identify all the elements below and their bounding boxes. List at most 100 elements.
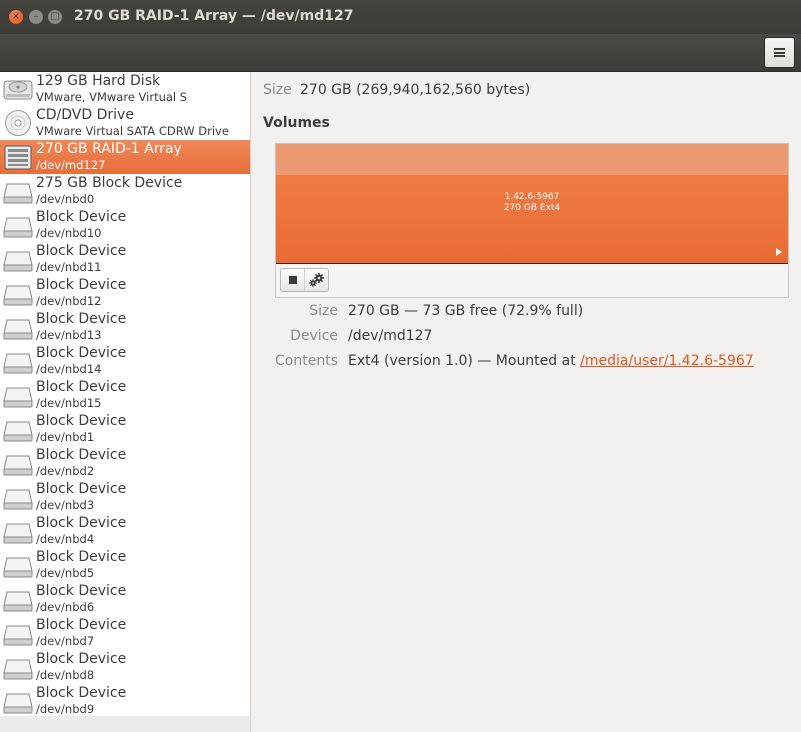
block-device-icon — [3, 483, 33, 511]
block-device-icon — [3, 279, 33, 307]
raid-array-icon — [3, 143, 33, 171]
device-name: Block Device — [36, 209, 127, 225]
device-list-item[interactable]: Block Device/dev/nbd8 — [0, 650, 250, 684]
device-subtitle: /dev/nbd12 — [36, 294, 102, 308]
volume-toolbar — [280, 268, 329, 292]
device-list-item[interactable]: Block Device/dev/nbd12 — [0, 276, 250, 310]
block-device-icon — [3, 517, 33, 545]
disk-size-label: Size — [263, 82, 292, 98]
window-title: 270 GB RAID-1 Array — /dev/md127 — [74, 8, 354, 24]
device-list-item[interactable]: Block Device/dev/nbd6 — [0, 582, 250, 616]
device-list-item[interactable]: Block Device/dev/nbd14 — [0, 344, 250, 378]
volumes-heading: Volumes — [263, 115, 330, 131]
volume-contents-value: Ext4 (version 1.0) — Mounted at /media/u… — [348, 353, 754, 369]
disks-window: × – □ 270 GB RAID-1 Array — /dev/md127 1… — [0, 0, 801, 732]
block-device-icon — [3, 687, 33, 715]
device-list-item[interactable]: 129 GB Hard Disk VMware, VMware Virtual S — [0, 72, 250, 106]
block-device-icon — [3, 619, 33, 647]
close-window-button[interactable]: × — [9, 10, 23, 24]
hard-disk-icon — [3, 75, 33, 103]
volume-device-value: /dev/md127 — [348, 328, 433, 344]
device-subtitle: VMware, VMware Virtual S — [36, 90, 188, 104]
device-subtitle: /dev/nbd14 — [36, 362, 102, 376]
block-device-icon — [3, 381, 33, 409]
title-bar: × – □ 270 GB RAID-1 Array — /dev/md127 — [0, 0, 801, 34]
device-list-item[interactable]: Block Device/dev/nbd1 — [0, 412, 250, 446]
device-name: Block Device — [36, 617, 127, 633]
close-icon: × — [11, 11, 21, 22]
volume-size-value: 270 GB — 73 GB free (72.9% full) — [348, 303, 584, 319]
block-device-icon — [3, 449, 33, 477]
device-list-item[interactable]: Block Device/dev/nbd13 — [0, 310, 250, 344]
device-name: Block Device — [36, 345, 127, 361]
device-subtitle: /dev/nbd1 — [36, 430, 95, 444]
block-device-icon — [3, 585, 33, 613]
block-device-icon — [3, 551, 33, 579]
device-list: 129 GB Hard Disk VMware, VMware Virtual S… — [0, 72, 251, 732]
device-name: Block Device — [36, 277, 127, 293]
minimize-icon: – — [33, 11, 39, 22]
device-subtitle: /dev/nbd0 — [36, 192, 95, 206]
device-name: Block Device — [36, 685, 127, 701]
unmount-button[interactable] — [281, 269, 304, 291]
device-list-item[interactable]: 275 GB Block Device/dev/nbd0 — [0, 174, 250, 208]
volume-map: 1.42.6-5967 270 GB Ext4 — [275, 143, 789, 298]
block-device-icon — [3, 245, 33, 273]
mount-point-link[interactable]: /media/user/1.42.6-5967 — [580, 353, 754, 369]
device-subtitle: /dev/nbd13 — [36, 328, 102, 342]
partition-size: 270 GB Ext4 — [503, 203, 561, 213]
device-subtitle: /dev/nbd2 — [36, 464, 95, 478]
gears-icon — [308, 273, 324, 287]
block-device-icon — [3, 313, 33, 341]
disk-size-value: 270 GB (269,940,162,560 bytes) — [300, 82, 531, 98]
block-device-icon — [3, 177, 33, 205]
partition-block[interactable]: 1.42.6-5967 270 GB Ext4 — [276, 175, 788, 264]
device-list-item[interactable]: CD/DVD Drive VMware Virtual SATA CDRW Dri… — [0, 106, 250, 140]
maximize-window-button[interactable]: □ — [48, 10, 62, 24]
volume-contents-label: Contents — [275, 353, 338, 369]
device-name: 129 GB Hard Disk — [36, 73, 161, 89]
device-list-item[interactable]: Block Device/dev/nbd7 — [0, 616, 250, 650]
device-name: Block Device — [36, 481, 127, 497]
device-name: Block Device — [36, 413, 127, 429]
device-subtitle: /dev/nbd5 — [36, 566, 95, 580]
block-device-icon — [3, 653, 33, 681]
minimize-window-button[interactable]: – — [29, 10, 43, 24]
partition-label: 1.42.6-5967 — [504, 192, 560, 202]
device-list-item[interactable]: Block Device/dev/nbd4 — [0, 514, 250, 548]
maximize-icon: □ — [50, 11, 60, 22]
device-name: Block Device — [36, 651, 127, 667]
device-list-item[interactable]: Block Device/dev/nbd15 — [0, 378, 250, 412]
device-list-item[interactable]: Block Device/dev/nbd2 — [0, 446, 250, 480]
device-list-item[interactable]: Block Device/dev/nbd9 — [0, 684, 250, 718]
device-list-item[interactable]: 270 GB RAID-1 Array/dev/md127 — [0, 140, 250, 174]
device-subtitle: VMware Virtual SATA CDRW Drive — [36, 124, 229, 138]
device-name: 275 GB Block Device — [36, 175, 183, 191]
block-device-icon — [3, 211, 33, 239]
device-list-item[interactable]: Block Device/dev/nbd3 — [0, 480, 250, 514]
device-subtitle: /dev/nbd7 — [36, 634, 95, 648]
device-list-item[interactable]: Block Device/dev/nbd5 — [0, 548, 250, 582]
block-device-icon — [3, 415, 33, 443]
next-volume-icon — [776, 248, 782, 256]
device-name: CD/DVD Drive — [36, 107, 134, 123]
partition-options-button[interactable] — [304, 269, 328, 291]
contents-description: Ext4 (version 1.0) — Mounted at — [348, 353, 581, 369]
app-menu-button[interactable] — [764, 37, 795, 68]
device-details: Size 270 GB (269,940,162,560 bytes) Volu… — [252, 72, 801, 732]
block-device-icon — [3, 347, 33, 375]
device-subtitle: /dev/nbd3 — [36, 498, 95, 512]
device-list-item[interactable]: Block Device/dev/nbd11 — [0, 242, 250, 276]
device-list-footer — [0, 716, 251, 732]
device-name: Block Device — [36, 447, 127, 463]
hamburger-icon — [774, 48, 785, 57]
device-list-item[interactable]: Block Device/dev/nbd10 — [0, 208, 250, 242]
device-subtitle: /dev/nbd9 — [36, 702, 95, 716]
header-bar — [0, 34, 801, 72]
device-name: Block Device — [36, 515, 127, 531]
device-subtitle: /dev/nbd8 — [36, 668, 95, 682]
device-subtitle: /dev/md127 — [36, 158, 106, 172]
volume-device-label: Device — [290, 328, 338, 344]
device-name: Block Device — [36, 549, 127, 565]
device-name: 270 GB RAID-1 Array — [36, 141, 182, 157]
